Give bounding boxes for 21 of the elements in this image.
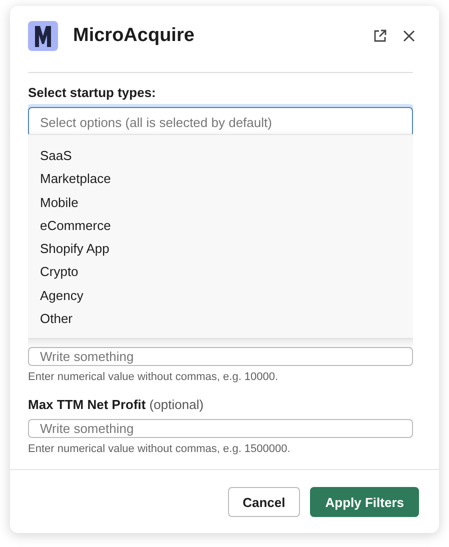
input-field[interactable]: Write something <box>28 419 413 438</box>
app-title: MicroAcquire <box>73 25 196 47</box>
field-label: Max TTM Net Profit (optional) <box>28 397 204 412</box>
menu-item[interactable]: eCommerce <box>28 214 413 238</box>
menu-item[interactable]: SaaS <box>28 144 413 168</box>
menu-item[interactable]: Other <box>28 307 413 330</box>
select-field[interactable]: Select options (all is selected by default) <box>28 107 413 137</box>
apply-button[interactable]: Apply Filters <box>310 487 419 517</box>
logo-icon <box>28 21 58 51</box>
menu-item[interactable]: Crypto <box>28 260 413 284</box>
close-icon[interactable] <box>403 30 415 42</box>
cancel-button[interactable]: Cancel <box>228 487 300 517</box>
menu-item[interactable]: Agency <box>28 284 413 308</box>
menu-item[interactable]: Shopify App <box>28 237 413 260</box>
hint-text: Enter numerical value without commas, e.g. 10000. <box>28 371 278 383</box>
menu-item[interactable]: Marketplace <box>28 167 413 191</box>
external-link-icon[interactable] <box>373 29 387 43</box>
field-label: Select startup types: <box>28 85 156 100</box>
menu-item[interactable]: Mobile <box>28 190 413 214</box>
input-field[interactable]: Write something <box>28 347 413 366</box>
hint-text: Enter numerical value without commas, e.g. 1500000. <box>28 443 290 455</box>
